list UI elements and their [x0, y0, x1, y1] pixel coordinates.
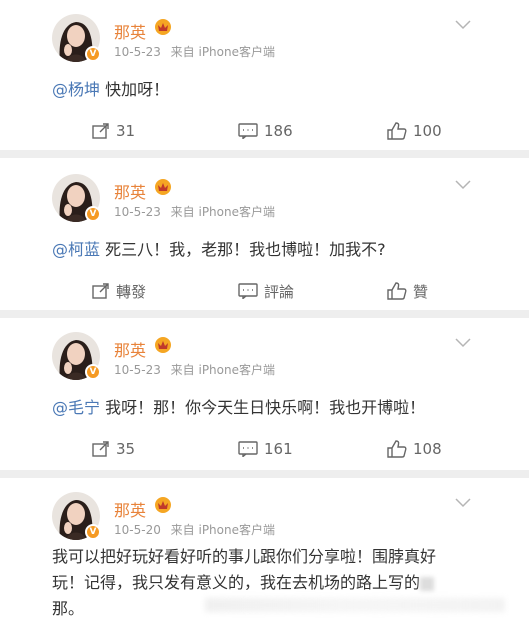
redacted-blur: [420, 576, 435, 591]
thumbs-up-icon: [387, 122, 407, 140]
like-button[interactable]: 108: [387, 438, 442, 460]
repost-button[interactable]: 31: [92, 120, 135, 142]
comment-count: 186: [264, 122, 293, 140]
post-text-line: 我可以把好玩好看好听的事儿跟你们分享啦！围脖真好: [52, 547, 437, 566]
post-source: 来自 iPhone客户端: [170, 205, 275, 219]
post-content: @柯蓝 死三八！我，老那！我也博啦！加我不?: [52, 236, 386, 260]
post-meta: 10-5-23 来自 iPhone客户端: [114, 203, 275, 220]
post-date: 10-5-23: [114, 363, 161, 377]
comment-icon: [238, 283, 258, 299]
repost-icon: [92, 123, 109, 139]
post-source: 来自 iPhone客户端: [170, 363, 275, 377]
repost-icon: [92, 283, 109, 299]
post-text: 死三八！我，老那！我也博啦！加我不?: [100, 240, 386, 259]
separator: [0, 150, 529, 158]
post-actions: 31 186 100: [0, 120, 529, 142]
author-name[interactable]: 那英: [114, 179, 146, 203]
repost-count: 35: [116, 440, 136, 458]
vip-crown-icon: [155, 19, 171, 35]
post-actions: 35 161 108: [0, 438, 529, 460]
thumbs-up-icon: [387, 440, 407, 458]
like-button[interactable]: 100: [387, 120, 442, 142]
vip-crown-icon: [155, 179, 171, 195]
mention-link[interactable]: @毛宁: [52, 398, 100, 417]
repost-button[interactable]: 35: [92, 438, 135, 460]
weibo-feed: V 那英 10-5-23 来自 iPhone客户端 @杨坤 快加呀！ 31 18…: [0, 0, 529, 618]
chevron-down-icon[interactable]: [455, 20, 471, 30]
verified-badge-icon: V: [85, 364, 101, 380]
post-date: 10-5-23: [114, 45, 161, 59]
post-meta: 10-5-23 来自 iPhone客户端: [114, 43, 275, 60]
post-card: V 那英 10-5-23 来自 iPhone客户端 @柯蓝 死三八！我，老那！我…: [0, 160, 529, 310]
post-text: 我呀！那！你今天生日快乐啊！我也开博啦！: [100, 398, 426, 417]
separator: [0, 470, 529, 478]
author-name[interactable]: 那英: [114, 19, 146, 43]
author-name[interactable]: 那英: [114, 337, 146, 361]
chevron-down-icon[interactable]: [455, 180, 471, 190]
post-card: V 那英 10-5-20 来自 iPhone客户端 我可以把好玩好看好听的事儿跟…: [0, 478, 529, 618]
comment-button[interactable]: 186: [238, 120, 293, 142]
avatar[interactable]: V: [52, 332, 101, 380]
post-content: @杨坤 快加呀！: [52, 76, 169, 100]
separator: [0, 310, 529, 318]
author-name[interactable]: 那英: [114, 497, 146, 521]
post-date: 10-5-20: [114, 523, 161, 537]
verified-badge-icon: V: [85, 206, 101, 222]
like-button[interactable]: 贊: [387, 280, 428, 302]
post-meta: 10-5-23 来自 iPhone客户端: [114, 361, 275, 378]
repost-count: 31: [116, 122, 136, 140]
like-label: 贊: [413, 282, 429, 301]
post-text: 快加呀！: [100, 80, 170, 99]
post-card: V 那英 10-5-23 来自 iPhone客户端 @毛宁 我呀！那！你今天生日…: [0, 318, 529, 470]
verified-badge-icon: V: [85, 524, 101, 540]
redaction-overlay: [205, 598, 505, 612]
avatar[interactable]: V: [52, 14, 101, 62]
comment-count: 161: [264, 440, 293, 458]
verified-badge-icon: V: [85, 46, 101, 62]
post-source: 来自 iPhone客户端: [170, 45, 275, 59]
comment-label: 評論: [264, 282, 295, 301]
post-text-line: 玩！记得，我只发有意义的，我在去机场的路上写的: [52, 570, 502, 596]
repost-label: 轉發: [116, 282, 147, 301]
post-text-line-part: 玩！记得，我只发有意义的，我在去机场的路上写的: [52, 573, 421, 592]
comment-icon: [238, 441, 258, 457]
vip-crown-icon: [155, 337, 171, 353]
like-count: 100: [413, 122, 442, 140]
mention-link[interactable]: @柯蓝: [52, 240, 100, 259]
post-source: 来自 iPhone客户端: [170, 523, 275, 537]
repost-icon: [92, 441, 109, 457]
comment-button[interactable]: 評論: [238, 280, 294, 302]
repost-button[interactable]: 轉發: [92, 280, 146, 302]
avatar[interactable]: V: [52, 174, 101, 222]
comment-icon: [238, 123, 258, 139]
chevron-down-icon[interactable]: [455, 338, 471, 348]
comment-button[interactable]: 161: [238, 438, 293, 460]
avatar[interactable]: V: [52, 492, 101, 540]
thumbs-up-icon: [387, 282, 407, 300]
mention-link[interactable]: @杨坤: [52, 80, 100, 99]
post-meta: 10-5-20 来自 iPhone客户端: [114, 521, 275, 538]
post-actions: 轉發 評論 贊: [0, 280, 529, 302]
chevron-down-icon[interactable]: [455, 498, 471, 508]
vip-crown-icon: [155, 497, 171, 513]
post-content: @毛宁 我呀！那！你今天生日快乐啊！我也开博啦！: [52, 394, 425, 418]
post-date: 10-5-23: [114, 205, 161, 219]
like-count: 108: [413, 440, 442, 458]
post-card: V 那英 10-5-23 来自 iPhone客户端 @杨坤 快加呀！ 31 18…: [0, 0, 529, 150]
